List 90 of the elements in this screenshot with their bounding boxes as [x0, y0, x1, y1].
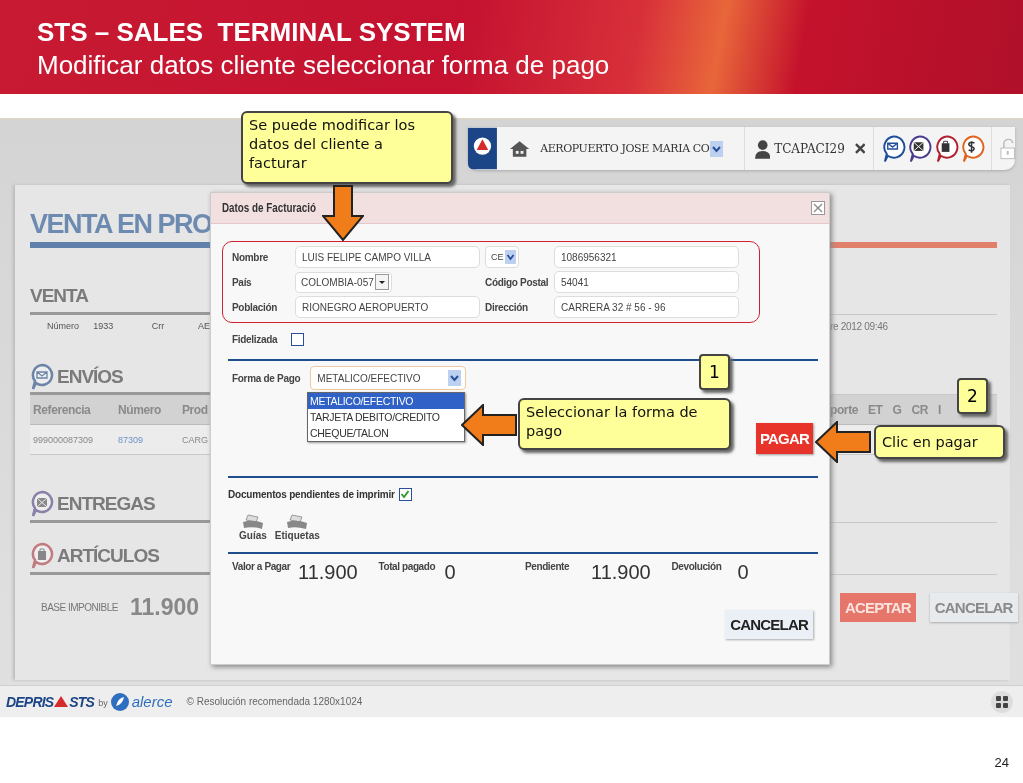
id-type-select[interactable]: CE [485, 246, 519, 268]
total-label: Devolución [671, 560, 723, 572]
date-text: re 2012 09:46 [829, 320, 889, 332]
total-label: Pendiente [525, 560, 571, 572]
footer-note: © Resolución recomendada 1280x1024 [186, 696, 363, 707]
total-value: 11.900 [591, 560, 651, 584]
caret-icon [448, 370, 462, 386]
page-number: 24 [994, 755, 1009, 770]
dropdown-option[interactable]: CHEQUE/TALON [308, 425, 464, 441]
grid-icon[interactable] [991, 690, 1013, 713]
table-cell-text: 999000087309 [33, 434, 95, 445]
field-label: Forma de Pago [232, 372, 301, 384]
field-label: Población [232, 301, 279, 313]
total-value: 0 [444, 560, 456, 584]
field-label: Dirección [485, 301, 529, 313]
column-header: G [892, 402, 902, 417]
total-label: Valor a Pagar [232, 560, 292, 572]
cancel-button[interactable]: CANCELAR [725, 610, 813, 639]
section-title: ARTÍCULOS [57, 545, 159, 567]
column-header: Número [118, 402, 162, 417]
total-label: Total pagado [378, 560, 437, 572]
field-label: País [232, 276, 253, 288]
dollar-icon[interactable] [959, 133, 985, 164]
total-value: 0 [737, 560, 749, 584]
triangle-icon [54, 696, 69, 707]
envelope-icon [30, 489, 54, 518]
field-label: Nombre [232, 251, 269, 263]
input-field[interactable]: RIONEGRO AEROPUERTO [295, 296, 480, 318]
callout: Seleccionar la forma de pago [518, 398, 731, 450]
field-label: Fidelizada [232, 333, 278, 345]
print-button[interactable]: Etiquetas [274, 514, 320, 541]
by-label: by [98, 697, 108, 708]
table-cell-text: 87309 [118, 434, 145, 445]
partner-name: alerce [131, 693, 173, 710]
slide-subtitle: Modificar datos cliente seleccionar forma de pago [37, 49, 611, 82]
field-value: AE [198, 321, 210, 331]
home-icon[interactable] [508, 139, 531, 158]
step-number: 1 [699, 354, 730, 390]
slide-title: STS – SALES TERMINAL SYSTEM [37, 16, 467, 48]
checkbox[interactable] [291, 332, 305, 346]
bag-icon [30, 542, 54, 570]
field-label: Código Postal [485, 276, 549, 288]
base-value: 11.900 [129, 594, 199, 621]
brand-name: DEPRIS [6, 693, 54, 710]
dropdown-option[interactable]: METALICO/EFECTIVO [308, 393, 464, 409]
callout: Se puede modificar los datos del cliente a facturar [241, 111, 453, 184]
pay-button[interactable]: PAGAR [755, 423, 813, 454]
page-heading: VENTA EN PRO [30, 208, 210, 240]
envelope-icon[interactable] [907, 133, 933, 164]
dialog-title: Datos de Facturació [222, 201, 317, 215]
total-value: 11.900 [298, 560, 358, 584]
section-title: ENVÍOS [57, 365, 123, 388]
column-header: CR [911, 402, 929, 417]
callout: Clic en pagar [874, 425, 1005, 459]
column-header: Referencia [33, 402, 92, 417]
printer-icon [241, 514, 264, 530]
section-title: ENTREGAS [57, 492, 155, 515]
step-number: 2 [957, 378, 988, 414]
column-header: I [938, 402, 941, 417]
base-label: BASE IMPONIBLE [41, 602, 118, 613]
checkbox[interactable] [398, 487, 412, 501]
caret-icon [504, 250, 516, 264]
printer-icon [286, 514, 309, 530]
table-cell: CARG [182, 434, 208, 445]
mail-icon[interactable] [881, 133, 907, 164]
country-select[interactable]: COLOMBIA-057 [295, 271, 392, 293]
input-field[interactable]: CARRERA 32 # 56 - 96 [554, 296, 739, 318]
user-icon [754, 138, 771, 159]
product-name: STS [69, 693, 95, 710]
mail-icon [30, 362, 54, 391]
input-field[interactable]: 1086956321 [554, 246, 739, 268]
leaf-icon [110, 692, 129, 711]
field-label: Crr [151, 321, 166, 331]
close-icon[interactable] [854, 143, 866, 154]
field-label: Documentos pendientes de imprimir [228, 488, 395, 500]
print-button[interactable]: Guías [239, 514, 267, 541]
payment-select[interactable]: METALICO/EFECTIVO [310, 366, 467, 390]
column-header: ET [868, 402, 883, 417]
user-name: TCAPACI29 [774, 141, 845, 156]
bag-icon[interactable] [933, 133, 959, 164]
input-field[interactable]: 54041 [554, 271, 739, 293]
dropdown-option[interactable]: TARJETA DEBITO/CREDITO [308, 409, 464, 425]
field-value: 1933 [93, 321, 115, 331]
caret-icon [710, 140, 724, 157]
logo-icon[interactable] [468, 127, 497, 170]
caret-icon [375, 274, 389, 290]
input-field[interactable]: LUIS FELIPE CAMPO VILLA [295, 246, 480, 268]
location-select[interactable]: AEROPUERTO JOSE MARIA CO [540, 140, 738, 157]
field-label: Número [47, 321, 80, 331]
column-header: Prod [182, 402, 208, 417]
